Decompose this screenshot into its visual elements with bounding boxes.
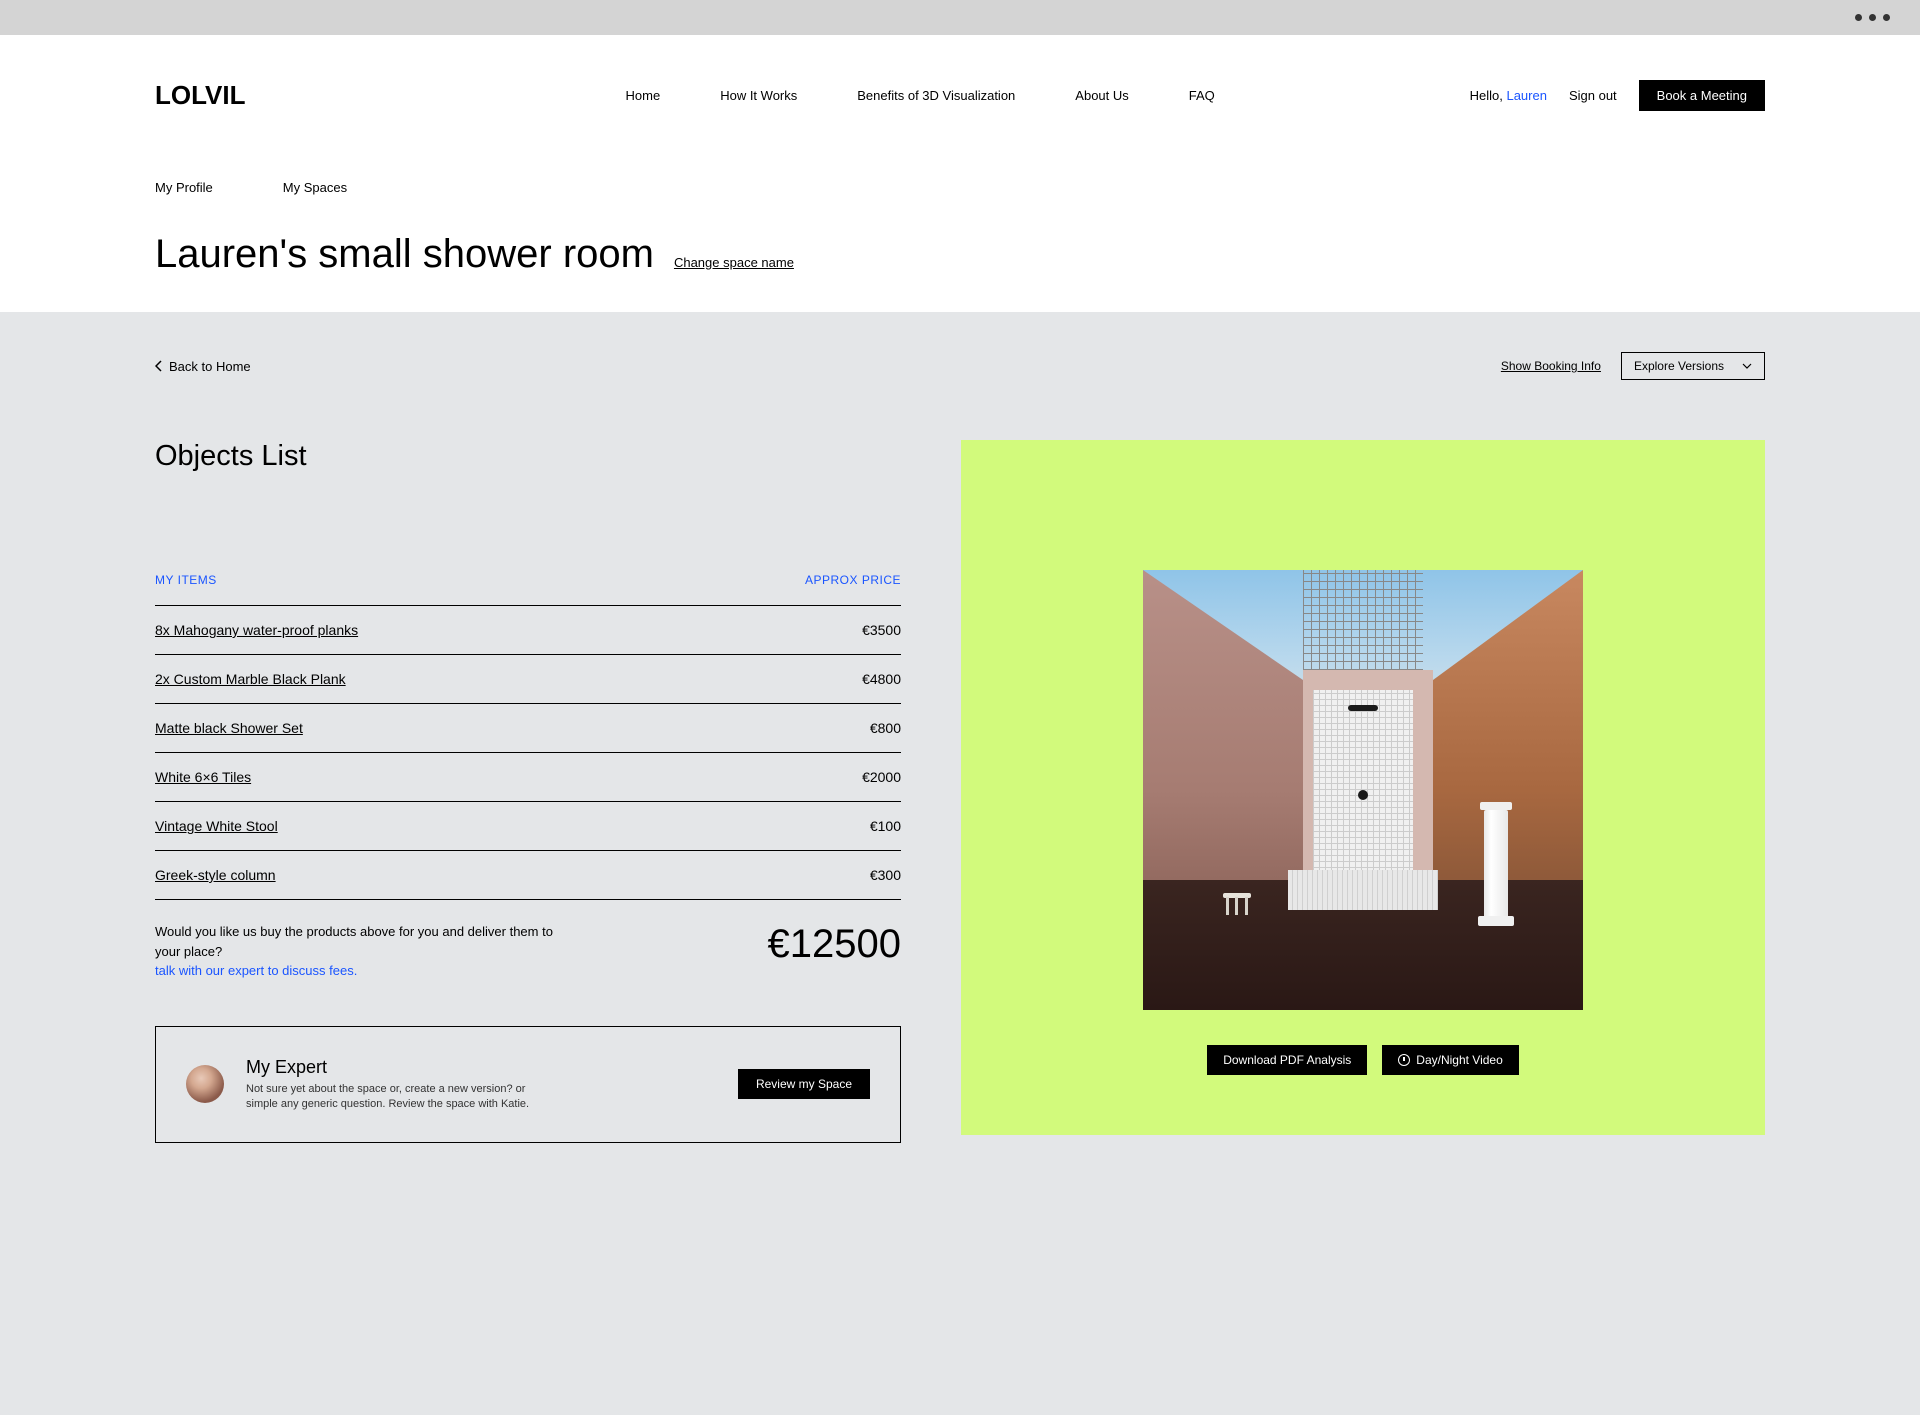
greeting: Hello, Lauren	[1470, 88, 1547, 103]
talk-with-expert-link[interactable]: talk with our expert to discuss fees.	[155, 963, 357, 978]
item-price: €300	[870, 867, 901, 883]
item-row: 8x Mahogany water-proof planks €3500	[155, 605, 901, 654]
item-name-link[interactable]: 8x Mahogany water-proof planks	[155, 622, 358, 638]
window-dot	[1869, 14, 1876, 21]
window-dot	[1883, 14, 1890, 21]
main-area: Back to Home Show Booking Info Explore V…	[0, 312, 1920, 1243]
nav-about[interactable]: About Us	[1075, 88, 1128, 103]
title-row: Lauren's small shower room Change space …	[155, 207, 1765, 312]
user-name[interactable]: Lauren	[1506, 88, 1546, 103]
render-buttons: Download PDF Analysis Day/Night Video	[1207, 1045, 1519, 1075]
item-name-link[interactable]: White 6×6 Tiles	[155, 769, 251, 785]
clock-icon	[1398, 1054, 1410, 1066]
chevron-left-icon	[155, 360, 163, 372]
sign-out-link[interactable]: Sign out	[1569, 88, 1617, 103]
book-meeting-button[interactable]: Book a Meeting	[1639, 80, 1765, 111]
change-space-name-link[interactable]: Change space name	[674, 255, 794, 270]
show-booking-info-link[interactable]: Show Booking Info	[1501, 359, 1601, 373]
item-row: Vintage White Stool €100	[155, 801, 901, 850]
explore-label: Explore Versions	[1634, 359, 1724, 373]
nav-faq[interactable]: FAQ	[1189, 88, 1215, 103]
total-text: Would you like us buy the products above…	[155, 922, 575, 981]
expert-card: My Expert Not sure yet about the space o…	[155, 1026, 901, 1144]
nav-links: Home How It Works Benefits of 3D Visuali…	[626, 88, 1215, 103]
download-pdf-button[interactable]: Download PDF Analysis	[1207, 1045, 1367, 1075]
header-approx-price: APPROX PRICE	[805, 573, 901, 587]
tab-my-spaces[interactable]: My Spaces	[283, 180, 347, 207]
total-row: Would you like us buy the products above…	[155, 922, 901, 981]
items-list: 8x Mahogany water-proof planks €3500 2x Cu…	[155, 605, 901, 900]
item-row: Greek-style column €300	[155, 850, 901, 900]
expert-title: My Expert	[246, 1057, 716, 1078]
logo[interactable]: LOLVIL	[155, 80, 246, 111]
explore-versions-button[interactable]: Explore Versions	[1621, 352, 1765, 380]
item-price: €3500	[862, 622, 901, 638]
browser-chrome	[0, 0, 1920, 35]
objects-column: Objects List MY ITEMS APPROX PRICE 8x Ma…	[155, 440, 901, 1143]
back-to-home-link[interactable]: Back to Home	[155, 359, 251, 374]
back-label: Back to Home	[169, 359, 251, 374]
window-dot	[1855, 14, 1862, 21]
item-row: Matte black Shower Set €800	[155, 703, 901, 752]
item-row: 2x Custom Marble Black Plank €4800	[155, 654, 901, 703]
item-name-link[interactable]: Greek-style column	[155, 867, 276, 883]
delivery-question: Would you like us buy the products above…	[155, 924, 553, 959]
expert-avatar	[186, 1065, 224, 1103]
daynight-label: Day/Night Video	[1416, 1053, 1503, 1067]
nav-right: Hello, Lauren Sign out Book a Meeting	[1470, 80, 1765, 111]
total-price: €12500	[768, 922, 901, 967]
nav-benefits[interactable]: Benefits of 3D Visualization	[857, 88, 1015, 103]
expert-text: My Expert Not sure yet about the space o…	[246, 1057, 716, 1113]
hello-prefix: Hello,	[1470, 88, 1507, 103]
toolbar: Back to Home Show Booking Info Explore V…	[155, 352, 1765, 380]
item-price: €4800	[862, 671, 901, 687]
list-header: MY ITEMS APPROX PRICE	[155, 573, 901, 605]
page-title: Lauren's small shower room	[155, 232, 654, 277]
profile-tabs: My Profile My Spaces	[155, 180, 1765, 207]
nav-row: LOLVIL Home How It Works Benefits of 3D …	[155, 65, 1765, 125]
nav-home[interactable]: Home	[626, 88, 661, 103]
tab-my-profile[interactable]: My Profile	[155, 180, 213, 207]
expert-description: Not sure yet about the space or, create …	[246, 1082, 556, 1113]
item-price: €100	[870, 818, 901, 834]
objects-list-title: Objects List	[155, 440, 901, 473]
item-row: White 6×6 Tiles €2000	[155, 752, 901, 801]
render-image[interactable]	[1143, 570, 1583, 1010]
nav-how-it-works[interactable]: How It Works	[720, 88, 797, 103]
item-name-link[interactable]: 2x Custom Marble Black Plank	[155, 671, 346, 687]
item-name-link[interactable]: Matte black Shower Set	[155, 720, 303, 736]
content-row: Objects List MY ITEMS APPROX PRICE 8x Ma…	[155, 440, 1765, 1143]
header: LOLVIL Home How It Works Benefits of 3D …	[0, 35, 1920, 312]
header-my-items: MY ITEMS	[155, 573, 217, 587]
item-price: €800	[870, 720, 901, 736]
item-price: €2000	[862, 769, 901, 785]
item-name-link[interactable]: Vintage White Stool	[155, 818, 278, 834]
toolbar-right: Show Booking Info Explore Versions	[1501, 352, 1765, 380]
review-my-space-button[interactable]: Review my Space	[738, 1069, 870, 1099]
render-column: Download PDF Analysis Day/Night Video	[961, 440, 1765, 1143]
chevron-down-icon	[1742, 363, 1752, 369]
render-panel: Download PDF Analysis Day/Night Video	[961, 440, 1765, 1135]
day-night-video-button[interactable]: Day/Night Video	[1382, 1045, 1519, 1075]
